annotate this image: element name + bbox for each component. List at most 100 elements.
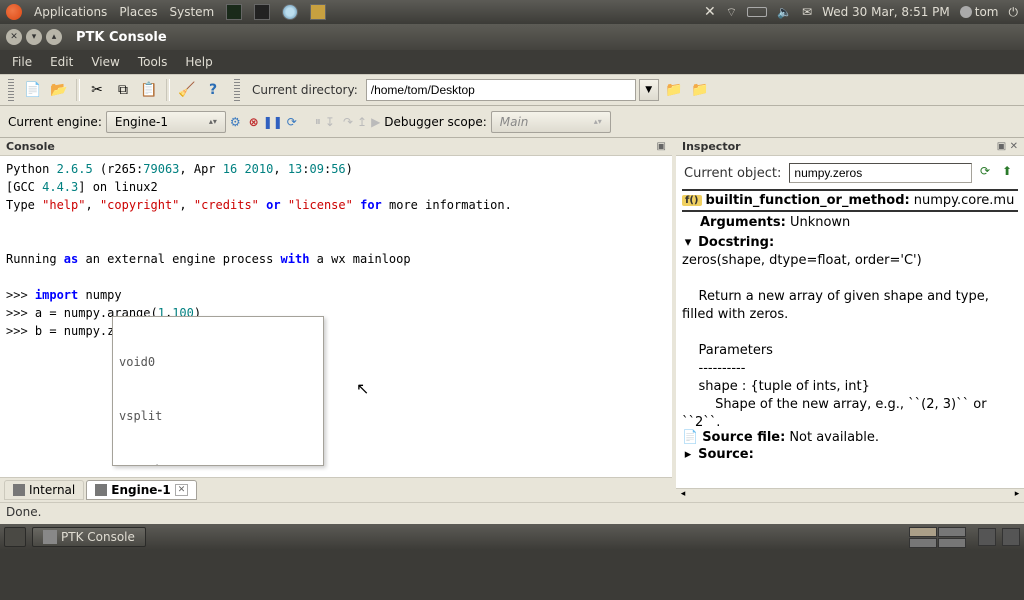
user-menu[interactable]: tom (960, 5, 999, 19)
battery-icon[interactable] (747, 7, 767, 17)
gnome-top-panel: Applications Places System ✕ ⌔ 🔈 ✉ Wed 3… (0, 0, 1024, 24)
window-title: PTK Console (76, 30, 167, 45)
statusbar: Done. (0, 502, 1024, 524)
engine-icon (95, 484, 107, 496)
source-file-icon: 📄 (682, 430, 698, 445)
panel-collapse-icon[interactable]: ▣ (657, 141, 666, 152)
trash-icon[interactable] (978, 528, 996, 546)
tab-close-icon[interactable]: ✕ (175, 484, 189, 496)
clock[interactable]: Wed 30 Mar, 8:51 PM (822, 5, 950, 19)
window-titlebar[interactable]: ✕ ▾ ▴ PTK Console (0, 24, 1024, 50)
workspace-4[interactable] (938, 538, 966, 548)
minimize-button[interactable]: ▾ (26, 29, 42, 45)
autocomplete-popup[interactable]: void0 vsplit vstack where who WRAP zeros… (112, 316, 324, 466)
debugger-scope-selector[interactable]: Main (491, 111, 611, 133)
arguments-value: Unknown (790, 215, 850, 230)
folder-icon[interactable]: 📁 (663, 79, 685, 101)
inspector-body: Current object: ⟳ ⬆ f() builtin_function… (676, 156, 1024, 488)
open-icon[interactable]: 📂 (48, 79, 70, 101)
debugger-scope-label: Debugger scope: (384, 115, 486, 129)
tab-engine-1[interactable]: Engine-1 ✕ (86, 480, 197, 500)
system-menu[interactable]: System (169, 5, 214, 19)
engine-icon (13, 484, 25, 496)
debug-step-in-icon[interactable]: ↧ (325, 115, 335, 129)
run-icon[interactable]: ⟳ (287, 115, 297, 129)
toolbar-engine: Current engine: Engine-1 ⚙ ⊗ ❚❚ ⟳ ⏸ ↧ ↷ … (0, 106, 1024, 138)
autocomplete-option[interactable]: void0 (113, 353, 323, 371)
arguments-label: Arguments: (700, 215, 786, 230)
engine-settings-icon[interactable]: ⚙ (230, 115, 241, 129)
panel-pin-icon[interactable]: ▣ ✕ (997, 141, 1018, 152)
refresh-icon[interactable]: ⟳ (976, 164, 994, 182)
system-monitor-icon[interactable] (226, 4, 242, 20)
source-file-value: Not available. (789, 430, 879, 445)
tools-icon[interactable] (310, 4, 326, 20)
toolbar-sep (76, 79, 80, 101)
autocomplete-option[interactable]: vsplit (113, 407, 323, 425)
tab-internal[interactable]: Internal (4, 480, 84, 500)
tray-icon[interactable] (1002, 528, 1020, 546)
terminal-icon[interactable] (254, 4, 270, 20)
fn-type-label: builtin_function_or_method: (706, 193, 910, 208)
taskbar-ptk-console[interactable]: PTK Console (32, 527, 146, 547)
toolbar-sep (166, 79, 170, 101)
pause-icon[interactable]: ❚❚ (263, 115, 283, 129)
toolbar-main: 📄 📂 ✂ ⧉ 📋 🧹 ? Current directory: ▼ 📁 📁 (0, 74, 1024, 106)
current-object-label: Current object: (684, 166, 781, 181)
cut-icon[interactable]: ✂ (86, 79, 108, 101)
docstring-body: zeros(shape, dtype=float, order='C') Ret… (682, 252, 1018, 426)
close-button[interactable]: ✕ (6, 29, 22, 45)
current-object-input[interactable] (789, 163, 972, 183)
inspector-header: Inspector ▣ ✕ (676, 138, 1024, 156)
toolbar-grip[interactable] (234, 79, 240, 101)
workspace-2[interactable] (938, 527, 966, 537)
menu-edit[interactable]: Edit (42, 52, 81, 72)
cwd-history-dropdown[interactable]: ▼ (639, 79, 659, 101)
volume-icon[interactable]: 🔈 (777, 5, 792, 19)
maximize-button[interactable]: ▴ (46, 29, 62, 45)
docstring-label: Docstring: (698, 235, 774, 250)
source-file-label: Source file: (702, 430, 785, 445)
collapse-arrow-icon[interactable]: ▾ (682, 235, 694, 250)
menu-tools[interactable]: Tools (130, 52, 176, 72)
help-icon[interactable]: ? (202, 79, 224, 101)
show-desktop-icon[interactable] (4, 527, 26, 547)
wifi-icon[interactable]: ⌔ (726, 5, 737, 20)
current-engine-label: Current engine: (8, 115, 102, 129)
debug-continue-icon[interactable]: ▶ (371, 115, 380, 129)
cwd-input[interactable] (366, 79, 636, 101)
workspace-3[interactable] (909, 538, 937, 548)
menubar: File Edit View Tools Help (0, 50, 1024, 74)
workspace-1[interactable] (909, 527, 937, 537)
disc-icon[interactable] (282, 4, 298, 20)
go-to-source-icon[interactable]: ⬆ (998, 164, 1016, 182)
mail-icon[interactable]: ✉ (802, 5, 812, 19)
toolbar-grip[interactable] (8, 79, 14, 101)
folder-up-icon[interactable]: 📁 (689, 79, 711, 101)
clear-icon[interactable]: 🧹 (176, 79, 198, 101)
autocomplete-option[interactable]: vstack (113, 461, 323, 466)
ubuntu-logo-icon (6, 4, 22, 20)
settings-icon[interactable]: ✕ (704, 4, 716, 20)
menu-file[interactable]: File (4, 52, 40, 72)
debug-step-over-icon[interactable]: ↷ (343, 115, 353, 129)
expand-arrow-icon[interactable]: ▸ (682, 447, 694, 462)
paste-icon[interactable]: 📋 (138, 79, 160, 101)
debug-step-icon[interactable]: ⏸ (315, 114, 321, 129)
workspace-switcher[interactable] (909, 527, 966, 548)
console-output[interactable]: Python 2.6.5 (r265:79063, Apr 16 2010, 1… (0, 156, 672, 477)
inspector-scroll-left[interactable]: ◂ (676, 489, 690, 502)
stop-icon[interactable]: ⊗ (249, 115, 259, 129)
menu-help[interactable]: Help (177, 52, 220, 72)
power-icon[interactable]: ⏻ (1009, 5, 1019, 20)
copy-icon[interactable]: ⧉ (112, 79, 134, 101)
inspector-scroll-right[interactable]: ▸ (1010, 489, 1024, 502)
new-icon[interactable]: 📄 (22, 79, 44, 101)
console-panel: Console ▣ Python 2.6.5 (r265:79063, Apr … (0, 138, 676, 502)
console-header: Console ▣ (0, 138, 672, 156)
debug-step-out-icon[interactable]: ↥ (357, 115, 367, 129)
applications-menu[interactable]: Applications (34, 5, 107, 19)
engine-selector[interactable]: Engine-1 (106, 111, 226, 133)
places-menu[interactable]: Places (119, 5, 157, 19)
menu-view[interactable]: View (83, 52, 127, 72)
